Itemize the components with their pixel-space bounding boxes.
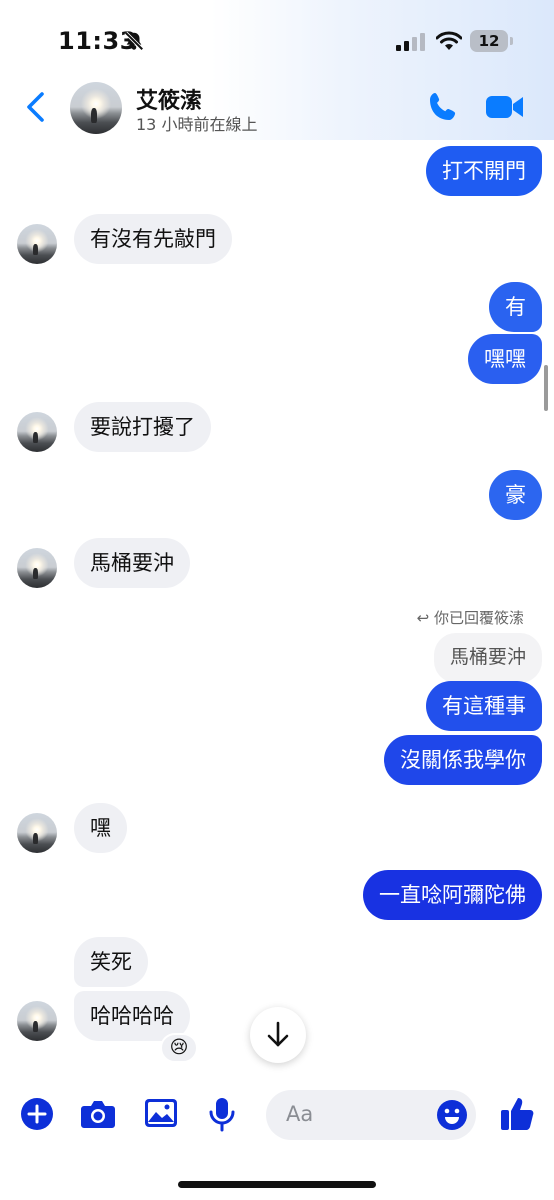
message-bubble-outgoing[interactable]: 嘿嘿 bbox=[468, 334, 542, 384]
message-bubble-incoming[interactable]: 笑死 bbox=[74, 937, 148, 987]
contact-avatar-small[interactable] bbox=[17, 224, 57, 264]
scrollbar[interactable] bbox=[544, 365, 548, 411]
reply-arrow-icon: ↩ bbox=[416, 609, 430, 627]
status-bar: 11:33 12 bbox=[0, 0, 554, 80]
scroll-to-bottom-button[interactable] bbox=[250, 1007, 306, 1063]
contact-avatar-small[interactable] bbox=[17, 412, 57, 452]
home-indicator[interactable] bbox=[178, 1181, 376, 1188]
quoted-message[interactable]: 馬桶要沖 bbox=[433, 633, 542, 683]
contact-avatar-small[interactable] bbox=[17, 1001, 57, 1041]
message-bubble-incoming[interactable]: 馬桶要沖 bbox=[74, 538, 190, 588]
message-bubble-outgoing[interactable]: 有 bbox=[489, 282, 542, 332]
wifi-icon bbox=[436, 31, 462, 50]
message-bubble-incoming[interactable]: 嘿 bbox=[74, 803, 127, 853]
battery-level: 12 bbox=[478, 32, 500, 50]
contact-avatar-small[interactable] bbox=[17, 813, 57, 853]
contact-status: 13 小時前在線上 bbox=[136, 115, 258, 134]
composer-bar: Aa bbox=[0, 1080, 554, 1160]
thumbs-up-icon[interactable] bbox=[499, 1094, 535, 1132]
message-input-placeholder: Aa bbox=[286, 1102, 314, 1126]
message-bubble-outgoing[interactable]: 一直唸阿彌陀佛 bbox=[363, 870, 542, 920]
crying-reaction-icon[interactable]: 😢 bbox=[160, 1033, 198, 1063]
emoji-icon[interactable] bbox=[436, 1099, 468, 1131]
contact-avatar[interactable] bbox=[70, 82, 122, 134]
microphone-icon[interactable] bbox=[207, 1097, 237, 1133]
reply-note-text: 你已回覆筱溹 bbox=[433, 609, 524, 627]
arrow-down-icon bbox=[267, 1021, 289, 1047]
cellular-signal-icon bbox=[396, 33, 425, 51]
back-chevron-icon[interactable] bbox=[22, 90, 50, 124]
message-bubble-incoming[interactable]: 有沒有先敲門 bbox=[74, 214, 232, 264]
message-input[interactable]: Aa bbox=[266, 1090, 476, 1140]
message-bubble-outgoing[interactable]: 豪 bbox=[489, 470, 542, 520]
message-bubble-incoming[interactable]: 要說打擾了 bbox=[74, 402, 211, 452]
bell-muted-icon bbox=[124, 31, 144, 51]
message-bubble-outgoing[interactable]: 沒關係我學你 bbox=[384, 735, 542, 785]
message-list[interactable]: 打不開門 有沒有先敲門 有 嘿嘿 要說打擾了 豪 馬桶要沖 ↩ 你已回覆筱溹 馬… bbox=[0, 140, 554, 1070]
plus-icon[interactable] bbox=[20, 1097, 54, 1131]
conversation-header: 艾筱溹 13 小時前在線上 bbox=[0, 78, 554, 140]
battery-indicator: 12 bbox=[470, 30, 513, 52]
phone-icon[interactable] bbox=[426, 90, 460, 124]
video-camera-icon[interactable] bbox=[485, 92, 525, 122]
camera-icon[interactable] bbox=[80, 1097, 116, 1131]
contact-avatar-small[interactable] bbox=[17, 548, 57, 588]
message-bubble-outgoing[interactable]: 有這種事 bbox=[426, 681, 542, 731]
message-bubble-outgoing[interactable]: 打不開門 bbox=[426, 146, 542, 196]
image-icon[interactable] bbox=[144, 1097, 178, 1129]
reply-indicator: ↩ 你已回覆筱溹 bbox=[417, 607, 524, 628]
